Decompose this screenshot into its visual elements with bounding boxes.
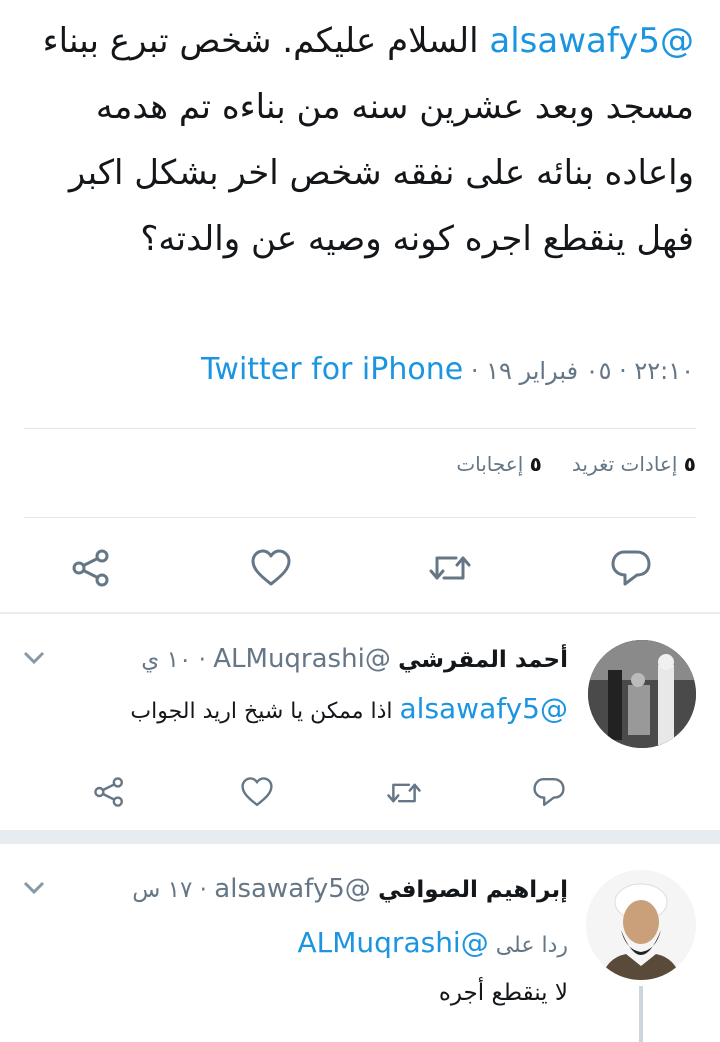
share-icon[interactable] [70, 548, 112, 588]
chevron-down-icon[interactable] [22, 650, 46, 666]
reply-time: · ١٧ س [132, 877, 215, 903]
divider [0, 612, 720, 614]
heart-icon[interactable] [240, 776, 274, 808]
retweets-stat[interactable]: ٥ إعادات تغريد [572, 452, 696, 476]
tweet-meta: ٢٢:١٠ · ٠٥ فبراير ١٩ · Twitter for iPhon… [201, 352, 694, 387]
divider [24, 428, 696, 429]
reply-author-handle[interactable]: @ALMuqrashi [213, 644, 391, 674]
reply-icon[interactable] [532, 776, 566, 808]
reply-author-handle[interactable]: @alsawafy5 [214, 874, 370, 904]
avatar-photo [586, 870, 696, 980]
likes-count: ٥ [529, 452, 542, 476]
share-icon[interactable] [92, 776, 126, 808]
reply-time: · ١٠ ي [141, 647, 214, 673]
chevron-down-icon[interactable] [22, 880, 46, 896]
divider [24, 517, 696, 518]
likes-stat[interactable]: ٥ إعجابات [456, 452, 542, 476]
tweet-time: ٢٢:١٠ · ٠٥ فبراير ١٩ · [463, 357, 694, 385]
avatar-photo [588, 640, 696, 748]
reply-to-label: ردا على [488, 933, 568, 958]
reply-body: لا ينقطع أجره [438, 980, 568, 1006]
tweet-text: @alsawafy5 السلام عليكم. شخص تبرع ببناء … [28, 8, 694, 272]
reply-text: @alsawafy5 اذا ممكن يا شيخ اريد الجواب [130, 692, 568, 725]
reply-to-line: ردا على @ALMuqrashi [298, 926, 569, 959]
reply-author-name[interactable]: إبراهيم الصوافي [378, 877, 568, 903]
tweet-actions [0, 540, 720, 596]
thread-line [639, 986, 643, 1042]
retweets-count: ٥ [683, 452, 696, 476]
reply-header: إبراهيم الصوافي @alsawafy5 · ١٧ س [132, 874, 568, 904]
retweets-label: إعادات تغريد [571, 452, 678, 476]
reply-mention[interactable]: @alsawafy5 [400, 692, 569, 725]
tweet-mention[interactable]: @alsawafy5 [489, 21, 694, 61]
reply-to-handle[interactable]: @ALMuqrashi [298, 926, 489, 959]
thread-separator [0, 830, 720, 844]
reply-author-name[interactable]: أحمد المقرشي [398, 647, 568, 673]
reply-icon[interactable] [610, 548, 652, 588]
reply-body: اذا ممكن يا شيخ اريد الجواب [130, 699, 400, 724]
likes-label: إعجابات [456, 452, 524, 476]
tweet-stats: ٥ إعادات تغريد٥ إعجابات [456, 452, 696, 476]
heart-icon[interactable] [250, 548, 292, 588]
reply-header: أحمد المقرشي @ALMuqrashi · ١٠ ي [141, 644, 568, 674]
retweet-icon[interactable] [428, 550, 472, 586]
retweet-icon[interactable] [386, 778, 422, 808]
reply-actions [0, 772, 720, 812]
tweet-source[interactable]: Twitter for iPhone [201, 352, 463, 387]
avatar[interactable] [586, 870, 696, 980]
reply-text: لا ينقطع أجره [439, 980, 568, 1006]
avatar[interactable] [588, 640, 696, 748]
